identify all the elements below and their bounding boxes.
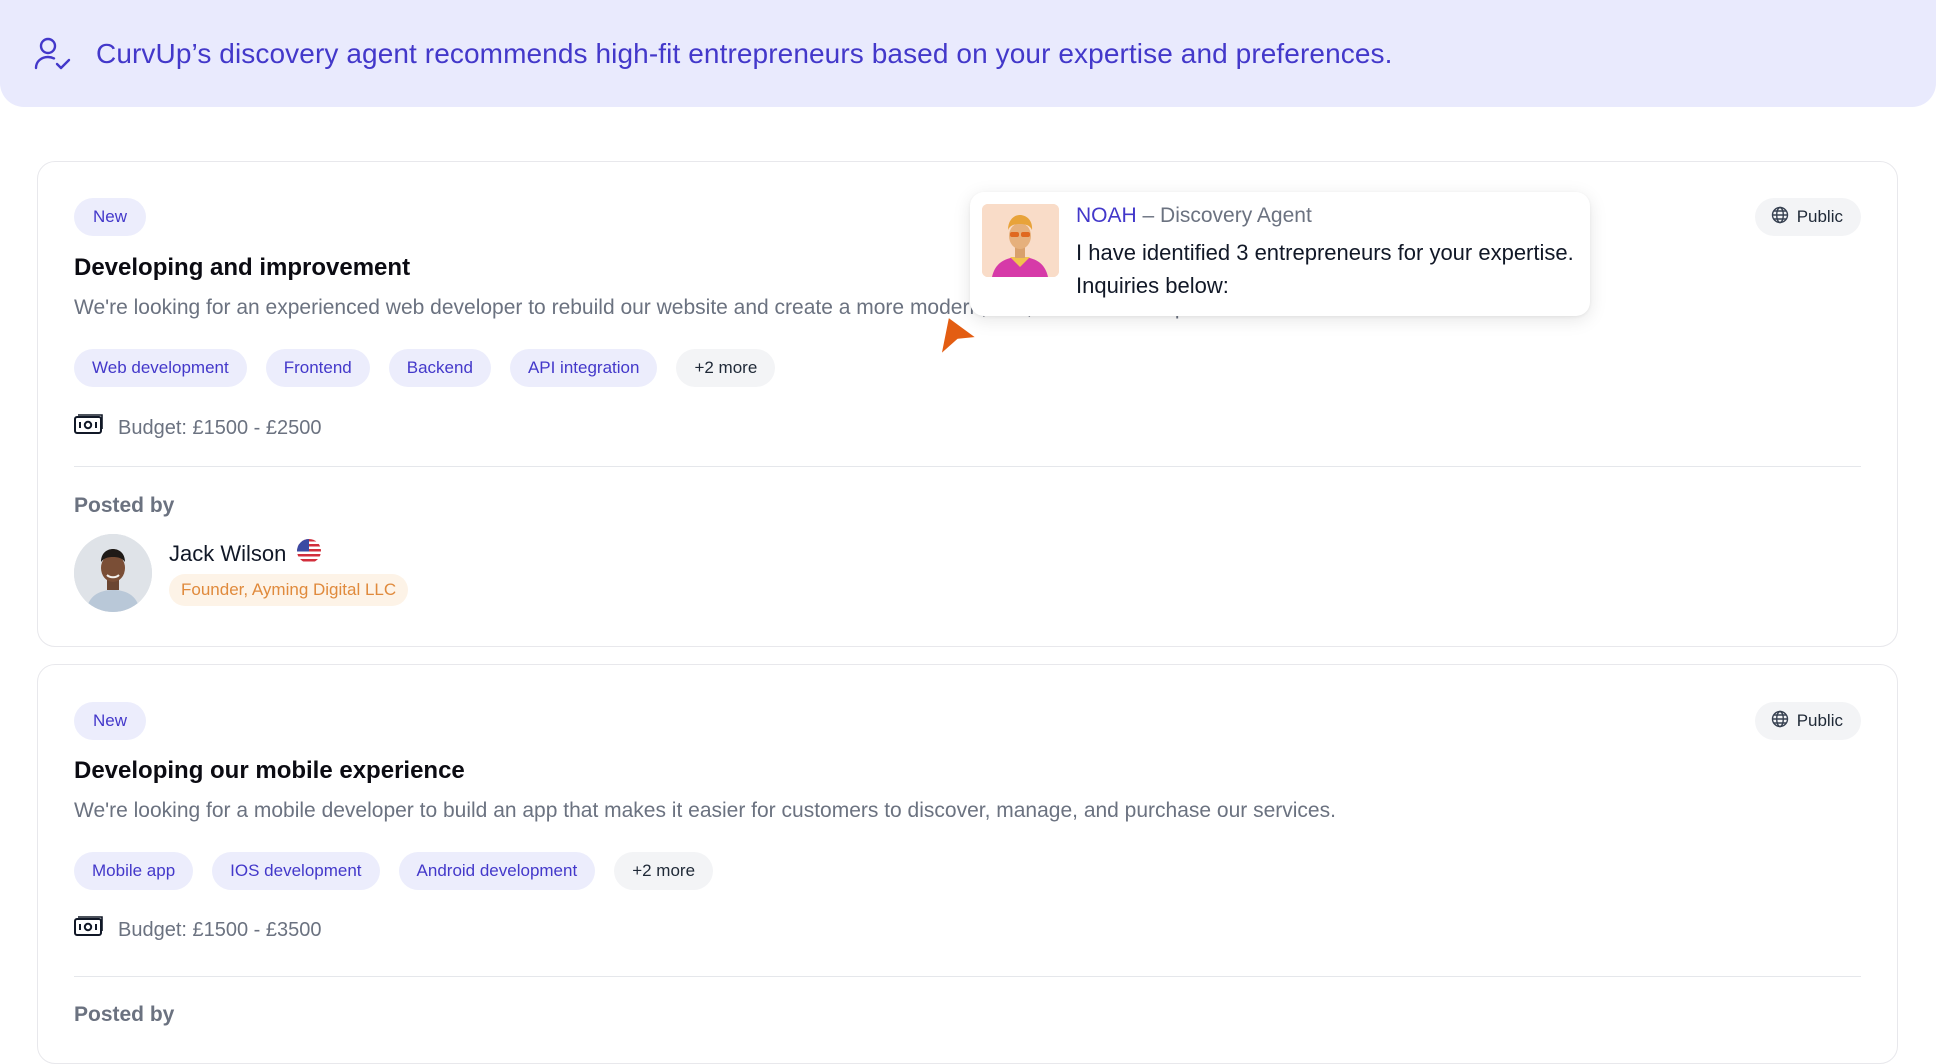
opportunity-card[interactable]: New Public Developing our mobile experie… [37, 664, 1898, 1064]
tag[interactable]: IOS development [212, 852, 380, 890]
new-badge: New [74, 702, 147, 740]
tag[interactable]: Android development [398, 852, 596, 890]
posted-by-label: Posted by [74, 1003, 175, 1026]
poster-role-badge: Founder, Ayming Digital LLC [169, 574, 409, 606]
avatar[interactable] [74, 534, 152, 612]
more-tags-button[interactable]: +2 more [676, 349, 776, 387]
agent-heading: NOAH – Discovery Agent [1076, 204, 1312, 228]
visibility-badge: Public [1754, 702, 1861, 740]
budget: Budget: £1500 - £2500 [74, 413, 322, 443]
agent-avatar [982, 204, 1059, 277]
budget: Budget: £1500 - £3500 [74, 915, 322, 945]
divider [74, 976, 1861, 977]
tag-list: Web development Frontend Backend API int… [74, 349, 776, 387]
tag[interactable]: Mobile app [74, 852, 194, 890]
card-description: We're looking for a mobile developer to … [74, 799, 1336, 822]
poster-name[interactable]: Jack Wilson [169, 538, 322, 570]
cursor-pointer-icon [936, 312, 982, 365]
poster-name-text: Jack Wilson [169, 541, 287, 566]
agent-message: I have identified 3 entrepreneurs for yo… [1076, 240, 1574, 298]
tag[interactable]: API integration [509, 349, 658, 387]
visibility-label: Public [1796, 207, 1843, 226]
divider [74, 466, 1861, 467]
visibility-label: Public [1796, 711, 1843, 730]
opportunity-card[interactable]: New Public Developing and improvement We… [37, 161, 1898, 647]
budget-text: Budget: £1500 - £2500 [118, 416, 322, 439]
banner-text: CurvUp’s discovery agent recommends high… [96, 37, 1393, 69]
more-tags-button[interactable]: +2 more [614, 852, 714, 890]
agent-name: NOAH [1076, 204, 1137, 227]
agent-role: Discovery Agent [1160, 204, 1312, 227]
money-icon [74, 915, 104, 945]
new-badge: New [74, 198, 147, 236]
user-check-icon [32, 34, 72, 74]
us-flag-icon [296, 538, 322, 570]
tag[interactable]: Web development [74, 349, 247, 387]
agent-separator: – [1136, 204, 1161, 227]
discovery-banner: CurvUp’s discovery agent recommends high… [0, 0, 1936, 107]
card-title[interactable]: Developing our mobile experience [74, 757, 465, 785]
tag[interactable]: Backend [388, 349, 491, 387]
budget-text: Budget: £1500 - £3500 [118, 918, 322, 941]
agent-popover[interactable]: NOAH – Discovery Agent I have identified… [970, 192, 1590, 316]
money-icon [74, 413, 104, 443]
globe-icon [1771, 206, 1789, 229]
tag-list: Mobile app IOS development Android devel… [74, 852, 714, 890]
tag[interactable]: Frontend [265, 349, 370, 387]
globe-icon [1771, 710, 1789, 733]
card-title[interactable]: Developing and improvement [74, 254, 410, 282]
posted-by-label: Posted by [74, 494, 175, 517]
visibility-badge: Public [1754, 198, 1861, 236]
